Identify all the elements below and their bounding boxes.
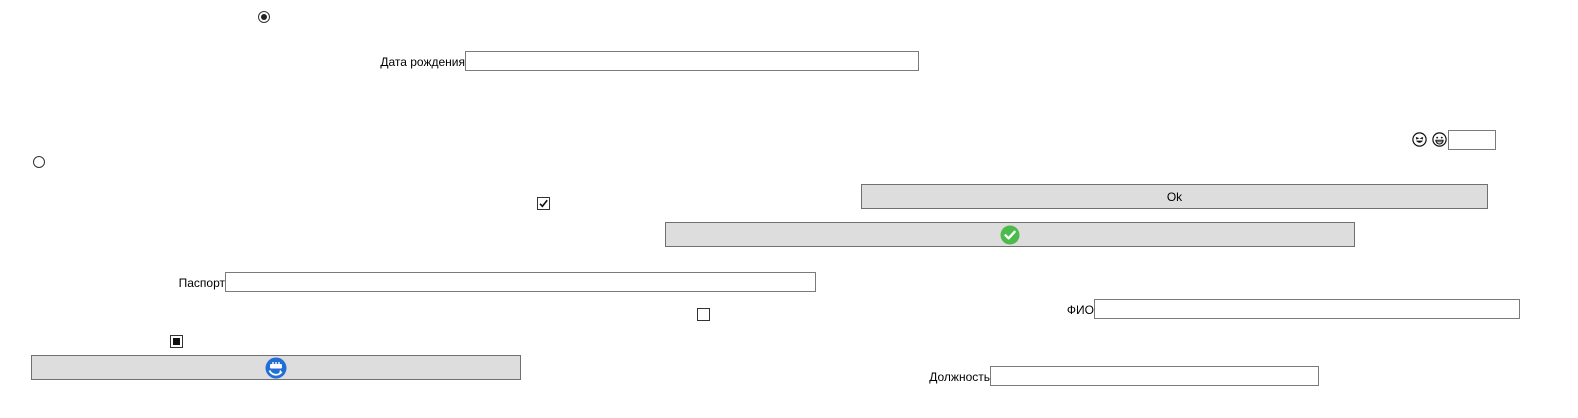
- indeterminate-square-icon: [173, 338, 180, 345]
- refresh-button[interactable]: [31, 355, 521, 380]
- birth-date-label: Дата рождения: [380, 55, 465, 69]
- radio-button-top[interactable]: [258, 11, 270, 23]
- radio-button-left[interactable]: [33, 156, 45, 168]
- birth-date-input[interactable]: [465, 51, 919, 71]
- laughing-emoji-icon: [1412, 132, 1427, 147]
- ok-button[interactable]: Ok: [861, 184, 1488, 209]
- passport-label: Паспорт: [178, 276, 225, 290]
- blue-refresh-icon: [265, 357, 287, 378]
- checkmark-icon: [539, 199, 548, 208]
- checkbox-unchecked[interactable]: [697, 308, 710, 321]
- checkbox-indeterminate[interactable]: [170, 335, 183, 348]
- checkbox-checked[interactable]: [537, 197, 550, 210]
- small-text-field[interactable]: [1448, 130, 1496, 150]
- position-input[interactable]: [990, 366, 1319, 386]
- grinning-emoji-icon: [1432, 132, 1447, 147]
- full-name-label: ФИО: [1066, 303, 1094, 317]
- confirm-button[interactable]: [665, 222, 1355, 247]
- radio-selected-dot: [261, 14, 267, 20]
- full-name-input[interactable]: [1094, 299, 1520, 319]
- passport-input[interactable]: [225, 272, 816, 292]
- green-check-circle-icon: [1000, 225, 1020, 244]
- position-label: Должность: [929, 370, 990, 384]
